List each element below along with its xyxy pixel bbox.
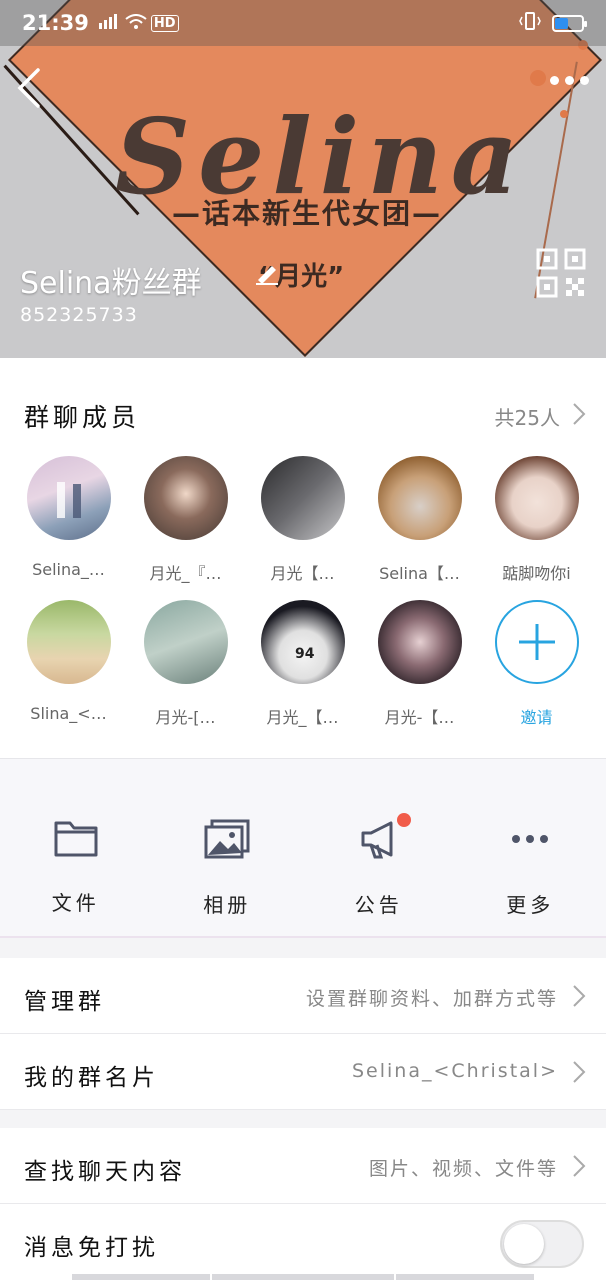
hd-badge: HD — [150, 14, 179, 32]
avatar — [377, 600, 462, 684]
member-name: 月光-[… — [155, 708, 216, 727]
back-button[interactable] — [14, 66, 44, 110]
search-chat-title: 查找聊天内容 — [24, 1159, 186, 1185]
status-time: 21:39 — [22, 11, 89, 35]
member-name: 踮脚吻你i — [502, 564, 571, 583]
battery-icon — [552, 14, 587, 32]
member-item[interactable]: 月光【… — [244, 456, 361, 584]
album-button[interactable]: 相册 — [152, 759, 304, 936]
album-icon — [204, 819, 250, 859]
chevron-left-icon — [17, 68, 40, 108]
do-not-disturb-row: 消息免打扰 — [0, 1204, 606, 1280]
chevron-right-icon — [573, 1155, 586, 1177]
folder-icon — [54, 821, 98, 857]
avatar: 94 — [260, 600, 345, 684]
do-not-disturb-title: 消息免打扰 — [24, 1235, 159, 1261]
avatar — [143, 456, 228, 540]
my-group-card-title: 我的群名片 — [24, 1065, 159, 1091]
chevron-right-icon[interactable] — [572, 402, 586, 426]
signal-icon — [97, 13, 119, 33]
member-name: Slina_<… — [30, 704, 107, 723]
plus-icon — [494, 600, 579, 684]
member-name: 月光-【… — [384, 708, 455, 727]
group-id: 852325733 — [20, 304, 138, 326]
files-button[interactable]: 文件 — [0, 759, 152, 936]
avatar — [143, 600, 228, 684]
announcement-button[interactable]: 公告 — [303, 759, 455, 936]
qr-code-icon — [536, 248, 586, 298]
member-name: Selina_… — [32, 560, 105, 579]
members-title: 群聊成员 — [24, 403, 141, 432]
group-name: Selina粉丝群 — [20, 266, 202, 301]
nav-bar-segment — [212, 1274, 394, 1280]
member-item[interactable]: 94 月光_【… — [244, 600, 361, 728]
member-item[interactable]: 踮脚吻你i — [478, 456, 595, 584]
avatar — [260, 456, 345, 540]
qr-code-button[interactable] — [536, 248, 586, 298]
member-item[interactable]: 月光-[… — [127, 600, 244, 728]
member-item[interactable]: Selina_… — [10, 456, 127, 584]
members-count[interactable]: 共25人 — [495, 402, 560, 431]
my-group-card-row[interactable]: 我的群名片 Selina_<Christal> — [0, 1034, 606, 1110]
my-group-card-value: Selina_<Christal> — [351, 1060, 558, 1082]
member-item[interactable]: Slina_<… — [10, 600, 127, 728]
megaphone-icon — [361, 821, 393, 859]
manage-group-value: 设置群聊资料、加群方式等 — [305, 988, 558, 1010]
member-name: 月光_『… — [149, 564, 222, 583]
avatar — [26, 600, 111, 684]
members-section: 群聊成员 共25人 Selina_… 月光_『… 月光【… Selina【… 踮… — [0, 358, 606, 758]
member-item[interactable]: 月光-【… — [361, 600, 478, 728]
status-bar: 21:39 HD — [0, 0, 606, 46]
manage-group-row[interactable]: 管理群 设置群聊资料、加群方式等 — [0, 958, 606, 1034]
banner-tagline: —话本新生代女团— — [172, 197, 443, 230]
more-button[interactable]: 更多 — [455, 759, 606, 936]
nav-bar-segment — [72, 1274, 210, 1280]
more-label: 更多 — [506, 893, 555, 917]
member-name: Selina【… — [379, 564, 460, 583]
search-chat-value: 图片、视频、文件等 — [368, 1158, 558, 1180]
avatar — [494, 456, 579, 540]
member-item[interactable]: Selina【… — [361, 456, 478, 584]
avatar — [26, 456, 111, 540]
wifi-icon — [125, 11, 147, 35]
member-name: 月光【… — [270, 564, 335, 583]
members-grid: Selina_… 月光_『… 月光【… Selina【… 踮脚吻你i Slina… — [0, 456, 606, 728]
nav-bar-segment — [396, 1274, 534, 1280]
svg-text:94: 94 — [295, 646, 315, 662]
invite-button[interactable]: 邀请 — [478, 600, 595, 728]
album-label: 相册 — [203, 893, 252, 917]
member-name: 月光_【… — [266, 708, 339, 727]
chevron-right-icon — [573, 1061, 586, 1083]
search-chat-row[interactable]: 查找聊天内容 图片、视频、文件等 — [0, 1128, 606, 1204]
notification-badge — [397, 813, 411, 827]
announcement-label: 公告 — [354, 893, 403, 917]
member-item[interactable]: 月光_『… — [127, 456, 244, 584]
invite-label: 邀请 — [520, 708, 553, 727]
more-options-button[interactable] — [550, 76, 589, 85]
avatar — [377, 456, 462, 540]
do-not-disturb-toggle[interactable] — [500, 1220, 584, 1268]
manage-group-title: 管理群 — [24, 989, 105, 1015]
group-functions: 文件 相册 公告 更多 — [0, 758, 606, 938]
chevron-right-icon — [573, 985, 586, 1007]
vibrate-icon — [518, 11, 542, 36]
edit-name-icon[interactable] — [254, 260, 280, 290]
more-dots-icon — [512, 835, 549, 843]
files-label: 文件 — [51, 891, 100, 915]
